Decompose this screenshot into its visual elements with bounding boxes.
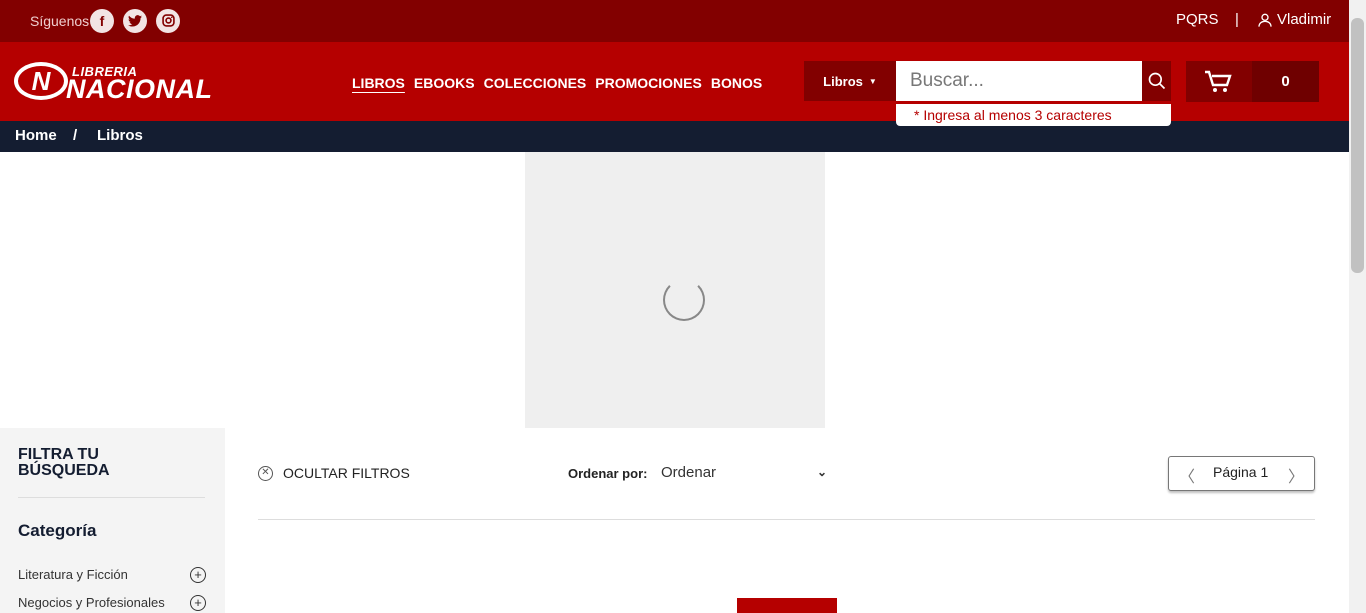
category-item-literatura[interactable]: Literatura y Ficción: [18, 567, 128, 582]
chevron-down-icon: ⌄: [816, 465, 827, 479]
user-account-link[interactable]: Vladimir: [1257, 11, 1331, 28]
partial-content-shape: [737, 598, 837, 613]
main-header: N LIBRERIA NACIONAL LIBROS EBOOKS COLECC…: [0, 42, 1349, 126]
user-name: Vladimir: [1277, 11, 1332, 28]
loading-placeholder: [525, 152, 825, 428]
twitter-icon[interactable]: [123, 9, 147, 33]
search-button[interactable]: [1142, 61, 1171, 101]
search-input[interactable]: [896, 61, 1142, 101]
hide-filters-button[interactable]: ✕ OCULTAR FILTROS: [258, 465, 410, 481]
hide-filters-label: OCULTAR FILTROS: [283, 465, 410, 481]
facebook-icon[interactable]: f: [90, 9, 114, 33]
logo[interactable]: N LIBRERIA NACIONAL: [14, 62, 219, 104]
page-label: Página 1: [1213, 464, 1269, 480]
filter-title: FILTRA TU BÚSQUEDA: [18, 446, 110, 479]
expand-plus-icon[interactable]: +: [190, 595, 206, 611]
breadcrumb-separator: /: [73, 127, 78, 144]
topbar-separator: |: [1235, 11, 1239, 28]
sidebar-divider: [18, 497, 205, 498]
order-select-value: Ordenar: [661, 464, 717, 481]
chevron-left-icon[interactable]: 〈: [1179, 463, 1195, 487]
cart-button[interactable]: 0: [1186, 61, 1319, 102]
breadcrumb-current: Libros: [97, 127, 143, 144]
top-bar: Síguenos f PQRS | Vladimir: [0, 0, 1349, 42]
cart-count: 0: [1252, 61, 1319, 102]
page: Síguenos f PQRS | Vladimir N LIBRERIA NA…: [0, 0, 1366, 613]
search-category-dropdown[interactable]: Libros ▼: [804, 61, 896, 101]
order-label: Ordenar por:: [568, 466, 648, 481]
main-nav: LIBROS EBOOKS COLECCIONES PROMOCIONES BO…: [352, 75, 762, 91]
search-hint: * Ingresa al menos 3 caracteres: [896, 104, 1171, 126]
pqrs-link[interactable]: PQRS: [1176, 11, 1219, 28]
expand-plus-icon[interactable]: +: [190, 567, 206, 583]
nav-libros[interactable]: LIBROS: [352, 75, 405, 91]
filter-sidebar: FILTRA TU BÚSQUEDA Categoría Literatura …: [0, 428, 225, 613]
caret-down-icon: ▼: [868, 76, 877, 86]
order-select[interactable]: Ordenar ⌄: [661, 464, 829, 484]
logo-mark-icon: N: [14, 62, 68, 100]
instagram-icon[interactable]: [156, 9, 180, 33]
nav-ebooks[interactable]: EBOOKS: [414, 75, 475, 91]
chevron-right-icon[interactable]: 〉: [1288, 463, 1304, 487]
close-circle-icon: ✕: [258, 465, 273, 481]
nav-colecciones[interactable]: COLECCIONES: [484, 75, 587, 91]
cart-icon: [1205, 70, 1232, 92]
content-divider: [258, 519, 1315, 520]
loading-spinner-icon: [663, 279, 705, 321]
pagination: 〈 Página 1 〉: [1168, 456, 1315, 491]
nav-bonos[interactable]: BONOS: [711, 75, 762, 91]
category-heading: Categoría: [18, 521, 97, 540]
nav-promociones[interactable]: PROMOCIONES: [595, 75, 702, 91]
breadcrumb-home[interactable]: Home: [15, 127, 57, 144]
user-icon: [1258, 13, 1272, 27]
search-category-label: Libros: [823, 73, 863, 89]
page-scrollbar[interactable]: [1349, 0, 1366, 613]
scrollbar-thumb[interactable]: [1351, 18, 1364, 273]
category-item-negocios[interactable]: Negocios y Profesionales: [18, 595, 165, 610]
search-icon: [1148, 72, 1165, 90]
logo-text-big: NACIONAL: [66, 74, 213, 104]
follow-label: Síguenos: [30, 13, 90, 29]
